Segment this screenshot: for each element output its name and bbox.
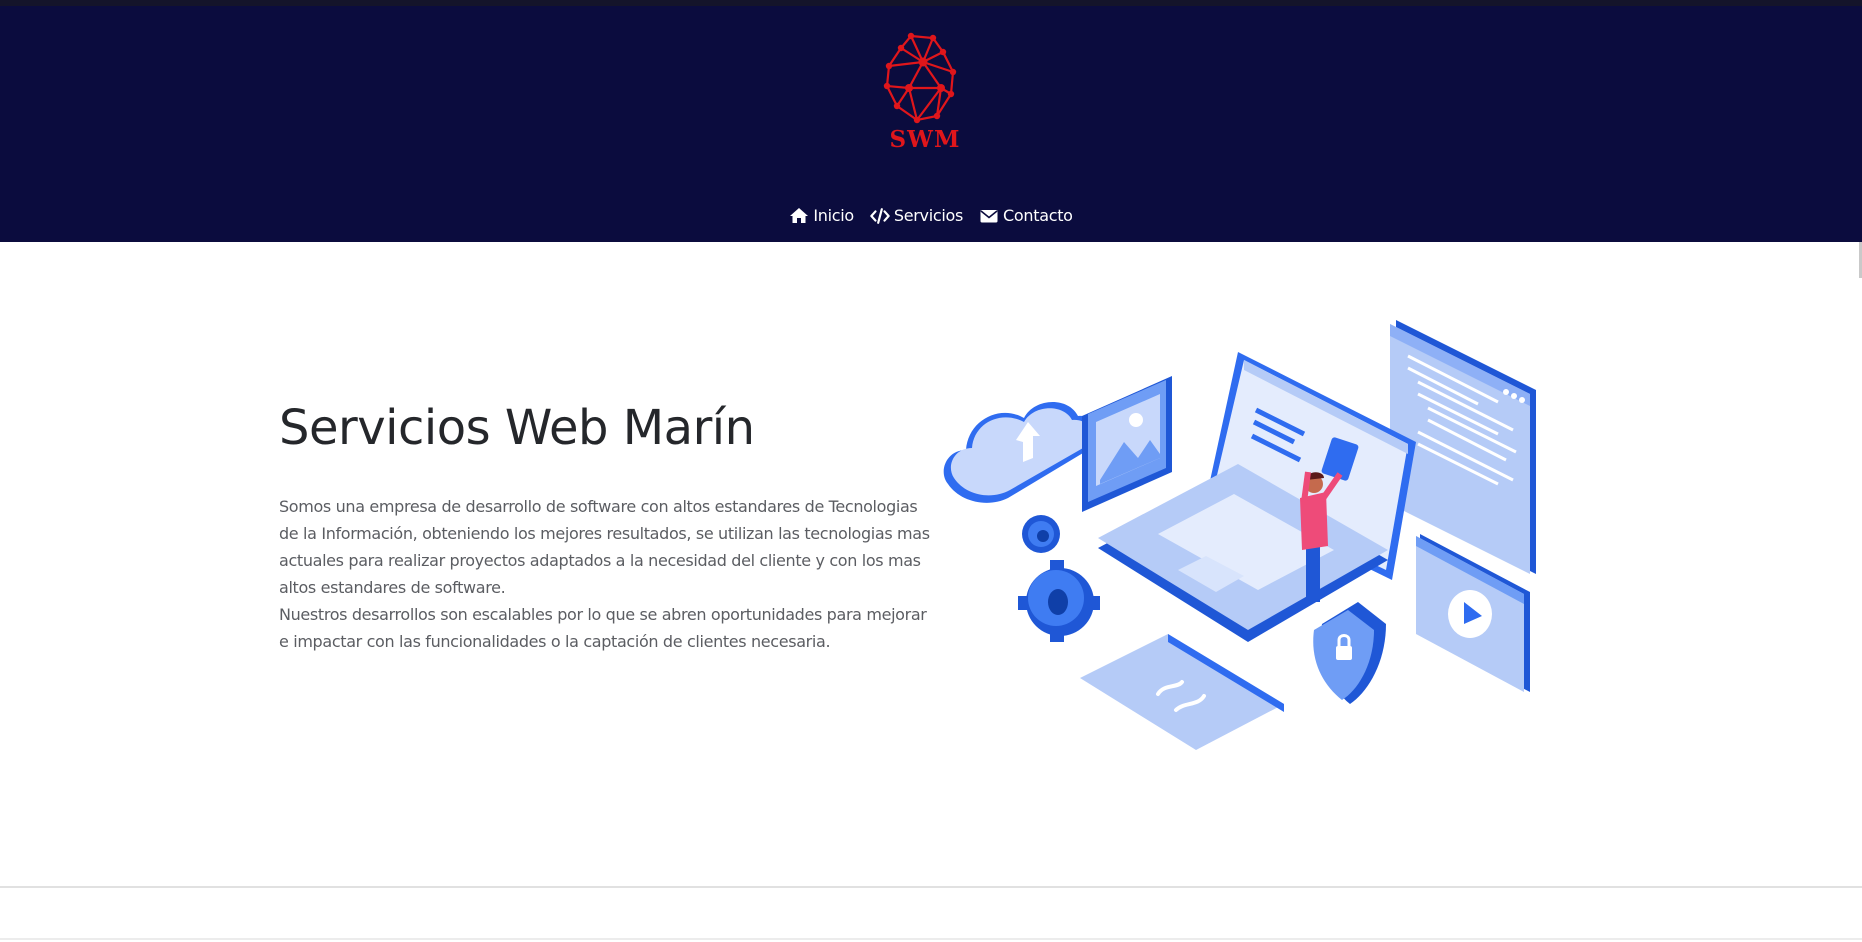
envelope-icon xyxy=(979,207,999,225)
shield-lock-icon xyxy=(1313,602,1386,704)
gear-small-icon xyxy=(1022,515,1060,553)
software-development-illustration xyxy=(938,312,1578,752)
image-window-icon xyxy=(1082,376,1172,512)
nav-label-inicio: Inicio xyxy=(813,206,854,225)
hero-paragraph-1: Somos una empresa de desarrollo de softw… xyxy=(279,497,930,597)
logo[interactable]: SWM xyxy=(881,32,969,154)
code-card-icon xyxy=(1080,634,1284,750)
nav-link-contacto[interactable]: Contacto xyxy=(979,206,1073,225)
logo-text: SWM xyxy=(889,126,961,153)
gear-large-icon xyxy=(1018,560,1100,642)
hero-title: Servicios Web Marín xyxy=(279,400,755,456)
network-logo-icon xyxy=(883,32,957,124)
nav-link-servicios[interactable]: Servicios xyxy=(870,206,963,225)
section-divider xyxy=(0,886,1862,888)
home-icon xyxy=(789,207,809,225)
nav-label-contacto: Contacto xyxy=(1003,206,1073,225)
site-header: SWM Inicio Servicios Contacto xyxy=(0,0,1862,242)
hero-paragraph-2: Nuestros desarrollos son escalables por … xyxy=(279,605,927,651)
main-nav: Inicio Servicios Contacto xyxy=(0,206,1862,225)
hero-description: Somos una empresa de desarrollo de softw… xyxy=(279,493,939,655)
cloud-upload-icon xyxy=(943,401,1102,503)
footer-line xyxy=(0,938,1862,940)
code-icon xyxy=(870,207,890,225)
nav-link-inicio[interactable]: Inicio xyxy=(789,206,854,225)
nav-label-servicios: Servicios xyxy=(893,206,964,225)
